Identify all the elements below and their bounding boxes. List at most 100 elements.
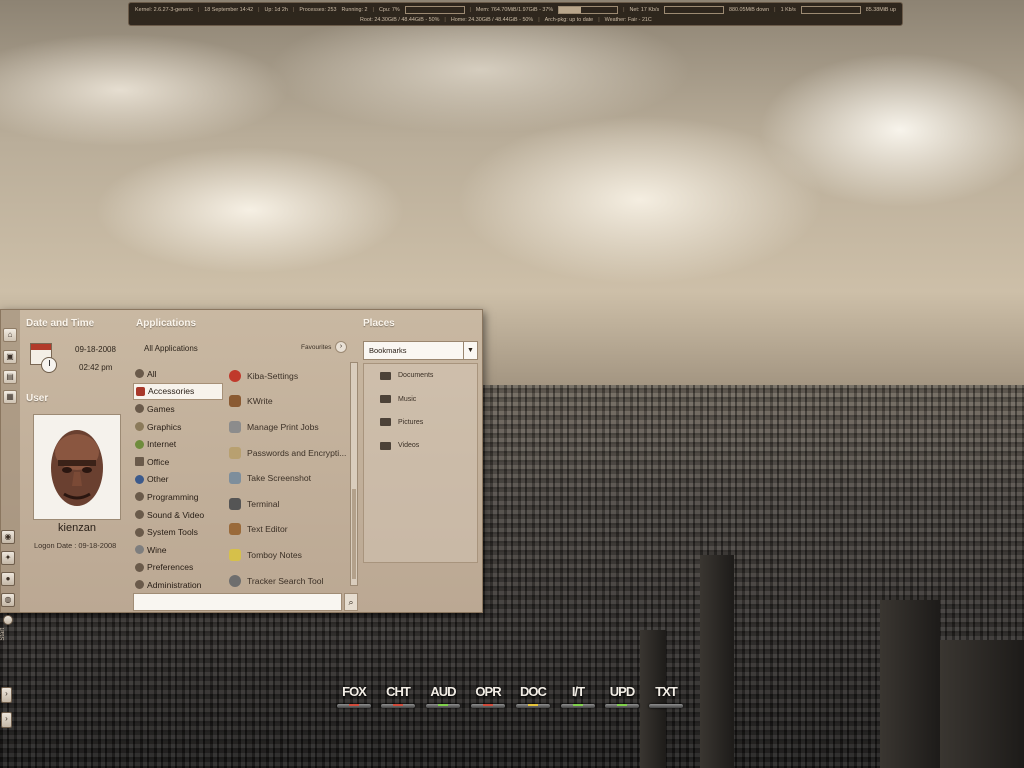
place-videos[interactable]: Videos: [364, 434, 477, 457]
office-icon: [135, 457, 144, 467]
computer-icon[interactable]: ▣: [3, 350, 17, 364]
applications-title: Applications: [136, 318, 197, 329]
running-readout: Running: 2: [341, 7, 368, 13]
category-preferences[interactable]: Preferences: [133, 559, 223, 577]
system-monitor-icon[interactable]: ◉: [1, 530, 15, 544]
kiba-settings-icon: [229, 369, 241, 382]
firefox-icon[interactable]: ✦: [1, 551, 15, 565]
avatar-face-icon: [51, 430, 103, 506]
place-pictures[interactable]: Pictures: [364, 411, 477, 434]
date-readout: 18 September 14:42: [204, 7, 254, 13]
start-menu: ⌂ ▣ ▤ ▦ Date and Time 09-18-2008 02:42 p…: [0, 309, 483, 613]
root-disk-readout: Root: 24.30GiB / 48.44GiB - 50%: [360, 17, 440, 23]
programming-icon: [135, 492, 144, 502]
wine-icon: [135, 545, 144, 555]
all-applications-link[interactable]: All Applications: [144, 344, 198, 353]
category-accessories[interactable]: Accessories: [133, 382, 223, 401]
category-graphics[interactable]: Graphics: [133, 418, 223, 436]
app-text-editor[interactable]: Text Editor: [229, 517, 349, 543]
app-kiba-settings[interactable]: Kiba-Settings: [229, 363, 349, 389]
category-administration[interactable]: Administration: [133, 576, 223, 594]
launcher-dock: FOX CHT AUD OPR DOC I/T UPD TXT: [334, 684, 694, 724]
category-internet[interactable]: Internet: [133, 435, 223, 453]
wallpaper-tower: [940, 640, 1024, 768]
app-terminal[interactable]: Terminal: [229, 491, 349, 517]
app-tracker-search[interactable]: Tracker Search Tool: [229, 568, 349, 594]
favourites-arrow-icon[interactable]: ›: [335, 341, 347, 353]
places-dropdown[interactable]: Bookmarks ▼: [363, 341, 478, 360]
place-documents[interactable]: Documents: [364, 364, 477, 387]
category-other[interactable]: Other: [133, 471, 223, 489]
app-manage-print-jobs[interactable]: Manage Print Jobs: [229, 414, 349, 440]
launcher-upd[interactable]: UPD: [602, 684, 642, 708]
category-sound-video[interactable]: Sound & Video: [133, 506, 223, 524]
note-icon: [229, 548, 241, 561]
category-office[interactable]: Office: [133, 453, 223, 471]
category-games[interactable]: Games: [133, 400, 223, 418]
app-passwords-encryption[interactable]: Passwords and Encrypti...: [229, 440, 349, 466]
camera-icon: [229, 472, 241, 485]
chat-icon[interactable]: ●: [1, 572, 15, 586]
datetime-title: Date and Time: [26, 318, 95, 329]
folder-icon: [380, 441, 391, 450]
start-icon[interactable]: [3, 615, 13, 625]
key-icon: [229, 446, 241, 459]
system-tools-icon: [135, 527, 144, 537]
chevron-right-icon[interactable]: ›: [1, 687, 12, 703]
favourites-link[interactable]: Favourites: [301, 344, 331, 351]
avatar[interactable]: [33, 414, 121, 520]
category-programming[interactable]: Programming: [133, 488, 223, 506]
processes-readout: Processes: 253: [299, 7, 337, 13]
username: kienzan: [58, 522, 96, 534]
globe-icon[interactable]: ◍: [1, 593, 15, 607]
mem-bar: [558, 6, 619, 14]
app-tomboy-notes[interactable]: Tomboy Notes: [229, 542, 349, 568]
launcher-cht[interactable]: CHT: [378, 684, 418, 708]
category-system-tools[interactable]: System Tools: [133, 523, 223, 541]
place-music[interactable]: Music: [364, 387, 477, 410]
sound-video-icon: [135, 510, 144, 520]
cpu-readout: Cpu: 7%: [378, 7, 400, 13]
home-disk-readout: Home: 24.30GiB / 48.44GiB - 50%: [450, 17, 534, 23]
category-all[interactable]: All: [133, 365, 223, 383]
home-icon[interactable]: ⌂: [3, 328, 17, 342]
net-up-total: 85.38MiB up: [865, 7, 897, 13]
launcher-doc[interactable]: DOC: [513, 684, 553, 708]
status-indicator: [605, 704, 639, 708]
app-kwrite[interactable]: KWrite: [229, 389, 349, 415]
graphics-icon: [135, 422, 144, 432]
status-indicator: [381, 704, 415, 708]
chevron-down-icon: ▼: [463, 342, 477, 359]
wallpaper-tower: [700, 555, 734, 768]
printer-icon: [229, 420, 241, 433]
launcher-fox[interactable]: FOX: [334, 684, 374, 708]
folder-icon[interactable]: ▤: [3, 370, 17, 384]
launcher-opr[interactable]: OPR: [468, 684, 508, 708]
search-input[interactable]: [133, 593, 342, 611]
app-take-screenshot[interactable]: Take Screenshot: [229, 465, 349, 491]
uptime-readout: Up: 1d 2h: [264, 7, 288, 13]
magnifier-icon: [229, 574, 241, 587]
net-readout: Net: 17 Kb/s: [629, 7, 660, 13]
scrollbar-thumb[interactable]: [352, 489, 356, 579]
status-indicator: [516, 704, 550, 708]
chevron-right-icon[interactable]: ›: [1, 712, 12, 728]
monitor-icon[interactable]: ▦: [3, 390, 17, 404]
weather-readout: Weather: Fair - 21C: [604, 17, 652, 23]
kwrite-icon: [229, 395, 241, 408]
status-indicator: [471, 704, 505, 708]
application-scrollbar[interactable]: [350, 362, 358, 586]
user-title: User: [26, 393, 49, 404]
archpkg-readout: Arch-pkg: up to date: [544, 17, 594, 23]
launcher-txt[interactable]: TXT: [646, 684, 686, 708]
mem-readout: Mem: 764.70MiB/1.97GiB - 37%: [475, 7, 554, 13]
net-down-total: 880.05MiB down: [729, 7, 770, 13]
folder-icon: [380, 395, 391, 404]
status-indicator: [561, 704, 595, 708]
search-icon[interactable]: ⌕: [344, 593, 358, 611]
start-label[interactable]: Start: [0, 628, 6, 641]
launcher-aud[interactable]: AUD: [423, 684, 463, 708]
all-icon: [135, 369, 144, 379]
category-wine[interactable]: Wine: [133, 541, 223, 559]
launcher-it[interactable]: I/T: [558, 684, 598, 708]
